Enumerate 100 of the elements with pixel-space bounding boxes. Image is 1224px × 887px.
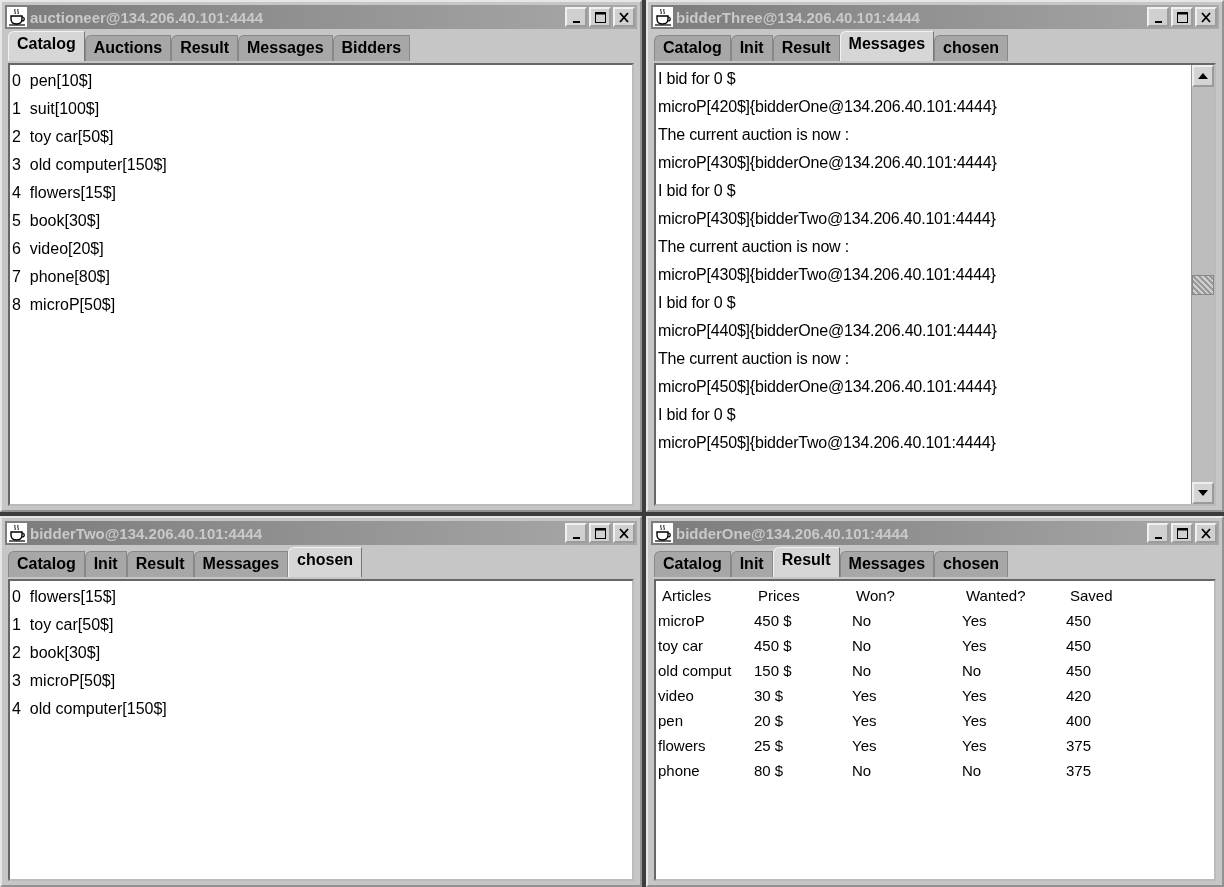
tab[interactable]: Catalog bbox=[654, 35, 731, 61]
table-cell-text: 450 $ bbox=[754, 611, 793, 631]
table-cell-text: Yes bbox=[962, 611, 988, 631]
message-line: microP[430$]{bidderTwo@134.206.40.101:4444} bbox=[658, 265, 997, 285]
table-cell-text: Yes bbox=[962, 711, 988, 731]
table-cell-text: flowers bbox=[658, 736, 707, 756]
maximize-icon bbox=[1176, 11, 1188, 23]
list-item[interactable]: 2 book[30$] bbox=[12, 639, 630, 667]
table-cell-text: 450 bbox=[1066, 661, 1093, 681]
minimize-icon bbox=[1154, 20, 1162, 23]
tab[interactable]: Result bbox=[772, 35, 840, 61]
scroll-down-button[interactable] bbox=[1192, 482, 1214, 504]
maximize-button[interactable] bbox=[589, 523, 611, 543]
tab[interactable]: Messages bbox=[839, 551, 935, 577]
table-cell-text: 450 bbox=[1066, 611, 1093, 631]
minimize-button[interactable] bbox=[1147, 523, 1169, 543]
minimize-icon bbox=[572, 20, 580, 23]
message-line: The current auction is now : bbox=[658, 237, 850, 257]
tab[interactable]: Result bbox=[772, 547, 840, 577]
list-item[interactable]: 3 microP[50$] bbox=[12, 667, 630, 695]
table-cell-text: 420 bbox=[1066, 686, 1093, 706]
list-item[interactable]: 1 toy car[50$] bbox=[12, 611, 630, 639]
message-line: microP[430$]{bidderOne@134.206.40.101:4444} bbox=[658, 153, 998, 173]
table-cell-text: 450 $ bbox=[754, 636, 793, 656]
maximize-icon bbox=[594, 527, 606, 539]
list-item[interactable]: 0 pen[10$] bbox=[12, 67, 630, 95]
tab[interactable]: Result bbox=[171, 35, 239, 61]
message-line: I bid for 0 $ bbox=[658, 181, 737, 201]
list-item[interactable]: 5 book[30$] bbox=[12, 207, 630, 235]
maximize-button[interactable] bbox=[589, 7, 611, 27]
column-header: Prices bbox=[757, 586, 801, 606]
minimize-button[interactable] bbox=[1147, 7, 1169, 27]
tab[interactable]: chosen bbox=[934, 35, 1009, 61]
tab[interactable]: Messages bbox=[238, 35, 333, 61]
close-button[interactable] bbox=[613, 7, 635, 27]
window-title: bidderTwo@134.206.40.101:4444 bbox=[30, 524, 263, 542]
table-cell-text: No bbox=[962, 661, 983, 681]
table-cell-text: No bbox=[852, 636, 873, 656]
table-cell-text: toy car bbox=[658, 636, 704, 656]
table-cell-text: Yes bbox=[962, 736, 988, 756]
table-cell-text: 20 $ bbox=[754, 711, 785, 731]
table-cell-text: No bbox=[852, 611, 873, 631]
list-item[interactable]: 0 flowers[15$] bbox=[12, 583, 630, 611]
minimize-icon bbox=[572, 536, 580, 539]
close-icon bbox=[1201, 11, 1211, 23]
message-line: I bid for 0 $ bbox=[658, 405, 737, 425]
minimize-button[interactable] bbox=[565, 7, 587, 27]
column-header: Won? bbox=[855, 586, 896, 606]
scroll-up-button[interactable] bbox=[1192, 65, 1214, 87]
maximize-icon bbox=[1176, 527, 1188, 539]
column-header: Articles bbox=[661, 586, 713, 606]
list-item[interactable]: 6 video[20$] bbox=[12, 235, 630, 263]
close-button[interactable] bbox=[613, 523, 635, 543]
tab[interactable]: Messages bbox=[193, 551, 289, 577]
list-item[interactable]: 4 old computer[150$] bbox=[12, 695, 630, 723]
table-cell-text: Yes bbox=[962, 686, 988, 706]
message-line: I bid for 0 $ bbox=[658, 69, 737, 89]
table-cell-text: microP bbox=[658, 611, 706, 631]
close-button[interactable] bbox=[1195, 523, 1217, 543]
tab[interactable]: Catalog bbox=[8, 31, 85, 61]
tab[interactable]: Catalog bbox=[8, 551, 85, 577]
table-cell-text: No bbox=[852, 661, 873, 681]
maximize-button[interactable] bbox=[1171, 523, 1193, 543]
table-cell-text: 450 bbox=[1066, 636, 1093, 656]
table-cell-text: Yes bbox=[852, 711, 878, 731]
tab[interactable]: Init bbox=[730, 35, 773, 61]
message-line: microP[450$]{bidderOne@134.206.40.101:4444} bbox=[658, 377, 998, 397]
tab[interactable]: Init bbox=[730, 551, 773, 577]
cup-icon bbox=[7, 7, 27, 27]
table-cell-text: 375 bbox=[1066, 761, 1093, 781]
window-title: bidderThree@134.206.40.101:4444 bbox=[676, 8, 921, 26]
close-icon bbox=[619, 11, 629, 23]
message-line: The current auction is now : bbox=[658, 349, 850, 369]
table-cell-text: 80 $ bbox=[754, 761, 785, 781]
tab[interactable]: Catalog bbox=[654, 551, 731, 577]
tab[interactable]: Result bbox=[126, 551, 194, 577]
list-item[interactable]: 2 toy car[50$] bbox=[12, 123, 630, 151]
table-cell-text: No bbox=[962, 761, 983, 781]
tab[interactable]: Messages bbox=[839, 31, 935, 61]
list-item[interactable]: 7 phone[80$] bbox=[12, 263, 630, 291]
table-cell-text: Yes bbox=[852, 736, 878, 756]
tab[interactable]: Init bbox=[84, 551, 127, 577]
tab[interactable]: chosen bbox=[934, 551, 1009, 577]
list-item[interactable]: 1 suit[100$] bbox=[12, 95, 630, 123]
tab[interactable]: chosen bbox=[288, 547, 363, 577]
message-line: I bid for 0 $ bbox=[658, 293, 737, 313]
maximize-button[interactable] bbox=[1171, 7, 1193, 27]
tab[interactable]: Bidders bbox=[332, 35, 411, 61]
close-icon bbox=[619, 527, 629, 539]
close-button[interactable] bbox=[1195, 7, 1217, 27]
list-item[interactable]: 3 old computer[150$] bbox=[12, 151, 630, 179]
table-cell-text: 25 $ bbox=[754, 736, 785, 756]
tab[interactable]: Auctions bbox=[84, 35, 172, 61]
scrollbar-thumb[interactable] bbox=[1192, 274, 1214, 295]
message-line: microP[440$]{bidderOne@134.206.40.101:4444} bbox=[658, 321, 998, 341]
minimize-button[interactable] bbox=[565, 523, 587, 543]
list-item[interactable]: 4 flowers[15$] bbox=[12, 179, 630, 207]
table-cell-text: Yes bbox=[962, 636, 988, 656]
list-item[interactable]: 8 microP[50$] bbox=[12, 291, 630, 319]
message-line: microP[420$]{bidderOne@134.206.40.101:4444} bbox=[658, 97, 998, 117]
